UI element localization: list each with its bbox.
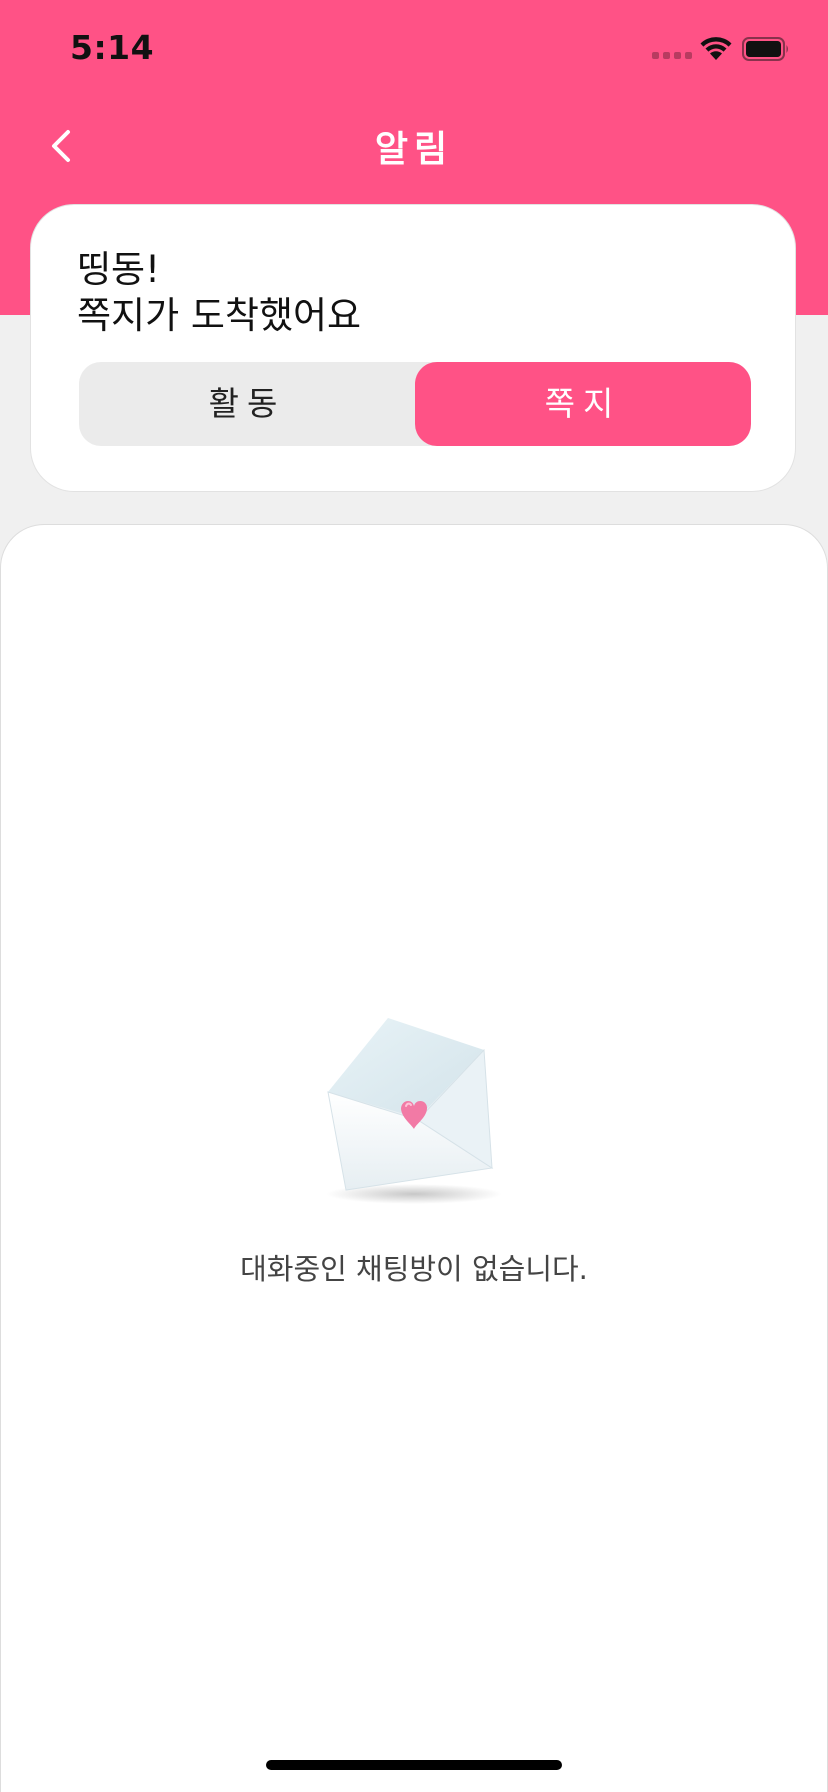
battery-icon (742, 37, 788, 61)
segmented-control: 활동 쪽지 (79, 362, 751, 446)
tab-activity[interactable]: 활동 (79, 362, 415, 446)
card-title-line2: 쪽지가 도착했어요 (77, 294, 362, 337)
empty-state-message: 대화중인 채팅방이 없습니다. (240, 1252, 588, 1286)
status-time: 5:14 (70, 28, 155, 67)
page-title: 알림 (374, 129, 454, 170)
notification-summary-card: 띵동! 쪽지가 도착했어요 활동 쪽지 (30, 204, 796, 492)
tab-message[interactable]: 쪽지 (415, 362, 751, 446)
home-indicator[interactable] (266, 1760, 562, 1770)
card-title: 띵동! 쪽지가 도착했어요 (77, 247, 361, 339)
status-bar: 5:14 (0, 0, 828, 100)
card-title-line1: 띵동! (77, 248, 160, 291)
cellular-signal-icon (652, 52, 692, 59)
wifi-icon (700, 37, 732, 60)
envelope-heart-icon (326, 1018, 502, 1204)
